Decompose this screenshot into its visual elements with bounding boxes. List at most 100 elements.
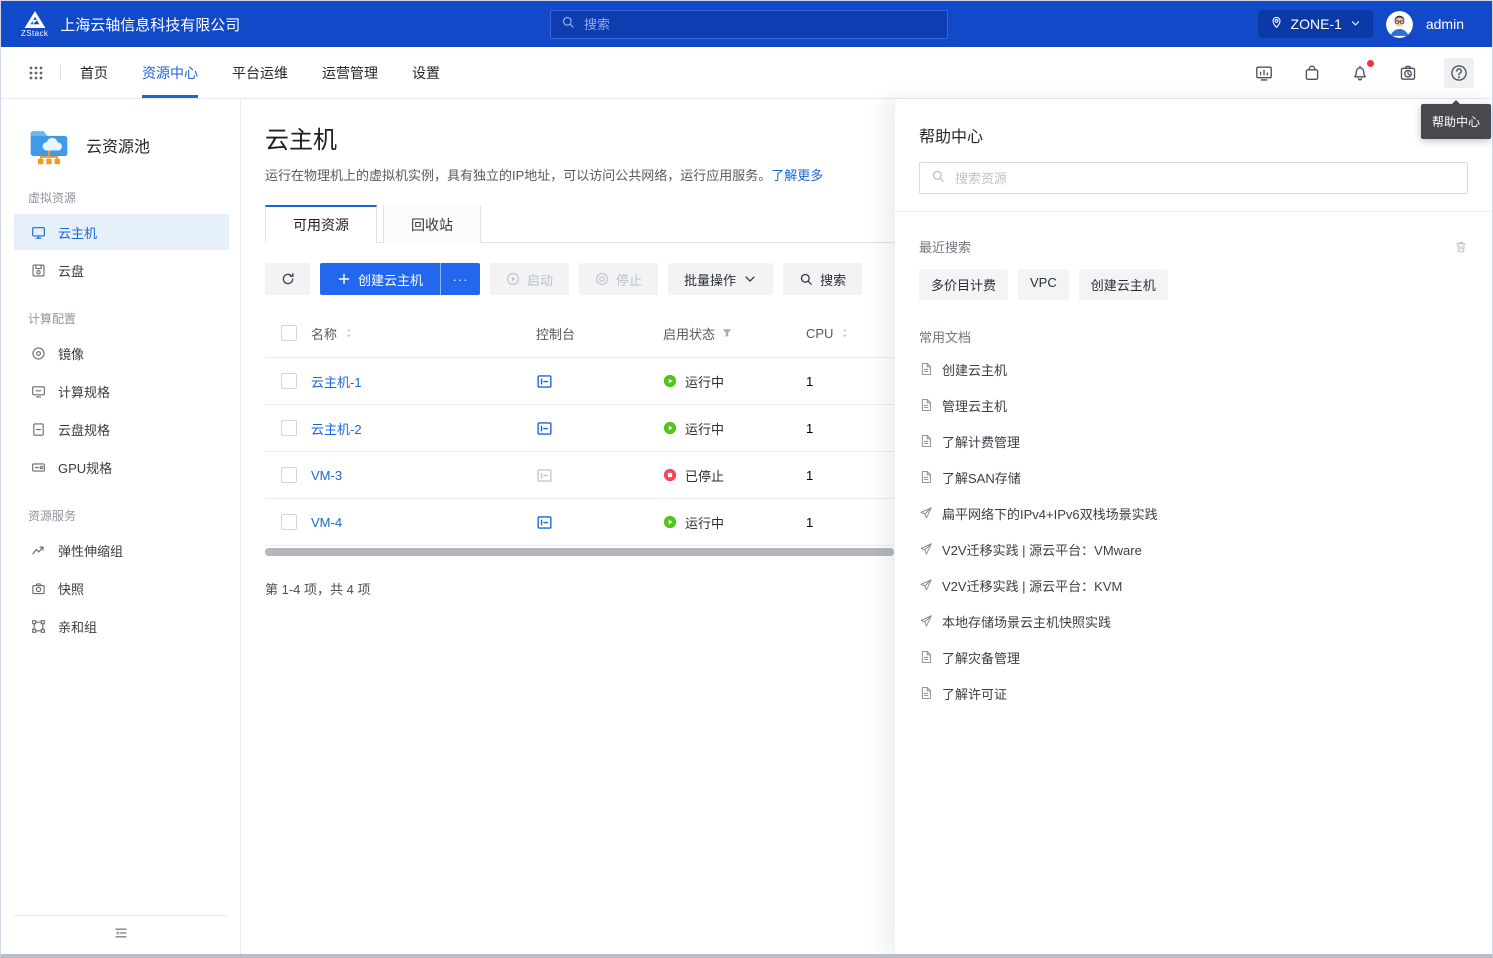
doc-item[interactable]: 了解灾备管理: [919, 639, 1468, 675]
apps-grid-icon[interactable]: [28, 65, 44, 81]
sidebar-section-label: 虚拟资源: [1, 189, 240, 206]
sidebar-item-image[interactable]: 镜像: [14, 335, 229, 371]
column-header[interactable]: 名称: [311, 324, 337, 343]
doc-item[interactable]: 了解SAN存储: [919, 459, 1468, 495]
scrollbar-thumb[interactable]: [265, 548, 894, 556]
learn-more-link[interactable]: 了解更多: [771, 168, 823, 183]
sidebar-item-instance-offering[interactable]: 计算规格: [14, 373, 229, 409]
doc-item-label: 了解灾备管理: [942, 648, 1020, 667]
search-button[interactable]: 搜索: [783, 263, 862, 295]
status-text: 已停止: [685, 466, 724, 485]
nav-item-settings[interactable]: 设置: [412, 47, 440, 98]
sidebar-item-vm-instance[interactable]: 云主机: [14, 214, 229, 250]
screen-button[interactable]: [1252, 61, 1276, 85]
row-checkbox[interactable]: [281, 373, 297, 389]
nav-item-home[interactable]: 首页: [80, 47, 108, 98]
location-pin-icon: [1270, 16, 1283, 32]
button-label: 启动: [527, 270, 553, 289]
vm-name-link[interactable]: 云主机-2: [311, 419, 362, 438]
help-button[interactable]: [1444, 58, 1474, 88]
table-row: 云主机-2运行中1: [265, 405, 894, 452]
sidebar-item-label: 亲和组: [58, 617, 97, 636]
doc-item[interactable]: 了解许可证: [919, 675, 1468, 711]
clear-history-trash-icon[interactable]: [1454, 240, 1468, 254]
doc-item[interactable]: 扁平网络下的IPv4+IPv6双栈场景实践: [919, 495, 1468, 531]
recent-search-chip[interactable]: VPC: [1018, 269, 1069, 300]
global-search-input[interactable]: [582, 16, 937, 33]
app-window: ZStack 上海云轴信息科技有限公司 ZONE-1 admin 首页资源中心平…: [0, 0, 1493, 958]
column-header[interactable]: 启用状态: [663, 324, 715, 343]
avatar[interactable]: [1386, 11, 1413, 38]
sidebar-item-volume[interactable]: 云盘: [14, 252, 229, 288]
username[interactable]: admin: [1426, 16, 1464, 32]
select-all-checkbox[interactable]: [281, 325, 297, 341]
doc-item[interactable]: V2V迁移实践 | 源云平台：KVM: [919, 567, 1468, 603]
nav-item-platform-ops[interactable]: 平台运维: [232, 47, 288, 98]
sidebar-item-volume-offering[interactable]: 云盘规格: [14, 411, 229, 447]
create-vm-button[interactable]: 创建云主机: [320, 263, 440, 295]
help-panel: 帮助中心 最近搜索 多价目计费VPC创建云主机 常用文档 创建云主机管理云主机了…: [894, 99, 1492, 954]
status-running-icon: [663, 421, 677, 435]
zstack-logo[interactable]: ZStack: [21, 10, 48, 38]
sort-icon[interactable]: [839, 327, 851, 339]
console-icon[interactable]: [536, 373, 553, 390]
recent-search-chip[interactable]: 多价目计费: [919, 269, 1008, 300]
doc-item-label: 了解许可证: [942, 684, 1007, 703]
row-checkbox[interactable]: [281, 420, 297, 436]
sidebar-item-label: 弹性伸缩组: [58, 541, 123, 560]
notifications-button[interactable]: [1348, 61, 1372, 85]
console-icon[interactable]: [536, 514, 553, 531]
common-docs-label: 常用文档: [919, 327, 1468, 346]
console-icon[interactable]: [536, 420, 553, 437]
playc-icon: [506, 272, 520, 286]
vm-name-link[interactable]: 云主机-1: [311, 372, 362, 391]
column-header[interactable]: CPU: [806, 326, 833, 341]
collapse-sidebar-button[interactable]: [1, 916, 240, 954]
zone-selector[interactable]: ZONE-1: [1258, 10, 1373, 38]
recent-search-chip[interactable]: 创建云主机: [1079, 269, 1168, 300]
sidebar-item-gpu-offering[interactable]: GPU规格: [14, 449, 229, 485]
doc-item-label: V2V迁移实践 | 源云平台：VMware: [942, 540, 1142, 559]
start-button[interactable]: 启动: [490, 263, 569, 295]
stop-button[interactable]: 停止: [579, 263, 658, 295]
doc-item-label: V2V迁移实践 | 源云平台：KVM: [942, 576, 1122, 595]
guide-plane-icon: [919, 614, 933, 628]
tab-recycle-bin[interactable]: 回收站: [383, 205, 481, 243]
doc-item[interactable]: 本地存储场景云主机快照实践: [919, 603, 1468, 639]
sidebar-item-affinity-group[interactable]: 亲和组: [14, 608, 229, 644]
search-icon: [561, 15, 575, 34]
doc-item[interactable]: V2V迁移实践 | 源云平台：VMware: [919, 531, 1468, 567]
guide-plane-icon: [919, 578, 933, 592]
doc-item[interactable]: 管理云主机: [919, 387, 1468, 423]
refresh-button[interactable]: [265, 263, 310, 295]
doc-item[interactable]: 了解计费管理: [919, 423, 1468, 459]
batch-operations-button[interactable]: 批量操作: [668, 263, 773, 295]
cpu-value: 1: [806, 421, 894, 436]
vm-name-link[interactable]: VM-4: [311, 515, 342, 530]
sort-icon[interactable]: [343, 327, 355, 339]
volume-icon: [31, 263, 46, 278]
nav-item-resource-center[interactable]: 资源中心: [142, 47, 198, 98]
tab-available[interactable]: 可用资源: [265, 205, 377, 243]
vm-name-link[interactable]: VM-3: [311, 468, 342, 483]
sidebar-item-autoscaling-group[interactable]: 弹性伸缩组: [14, 532, 229, 568]
more-actions-button[interactable]: ···: [440, 263, 480, 295]
row-checkbox[interactable]: [281, 467, 297, 483]
sidebar-footer: [1, 915, 240, 954]
row-checkbox[interactable]: [281, 514, 297, 530]
global-search[interactable]: [550, 10, 948, 39]
audit-button[interactable]: [1396, 61, 1420, 85]
nav-actions: [1252, 58, 1474, 88]
cpu-value: 1: [806, 468, 894, 483]
help-search[interactable]: [919, 162, 1468, 194]
doc-item[interactable]: 创建云主机: [919, 351, 1468, 387]
sidebar-item-label: 云盘: [58, 261, 84, 280]
filter-icon[interactable]: [721, 327, 733, 339]
sidebar-item-snapshot[interactable]: 快照: [14, 570, 229, 606]
help-panel-title: 帮助中心: [919, 123, 1468, 147]
console-icon[interactable]: [536, 467, 553, 484]
vm-icon: [31, 225, 46, 240]
help-search-input[interactable]: [953, 170, 1456, 187]
nav-item-operations-mgmt[interactable]: 运营管理: [322, 47, 378, 98]
toolbox-button[interactable]: [1300, 61, 1324, 85]
